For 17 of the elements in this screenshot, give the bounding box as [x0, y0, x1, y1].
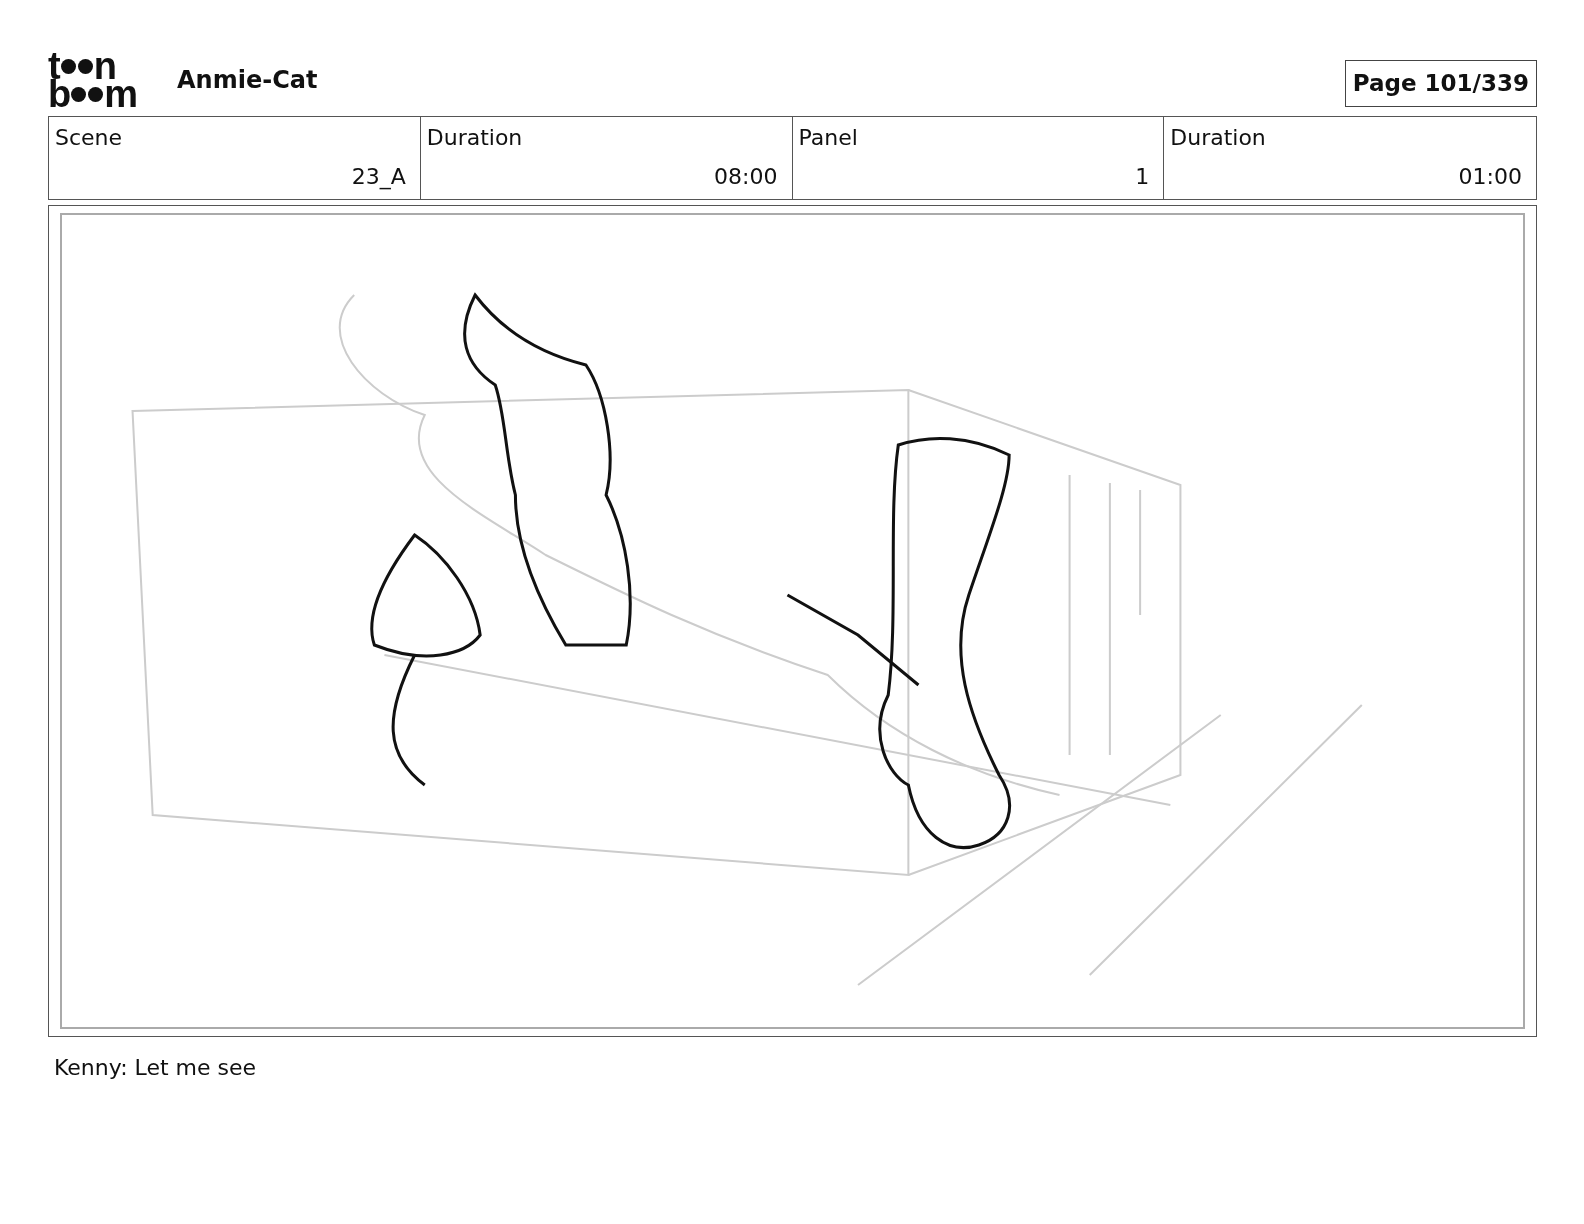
logo-letter: n [93, 52, 116, 80]
field-value: 1 [1134, 163, 1150, 191]
logo-letter: t [48, 52, 60, 80]
page-number: Page 101/339 [1344, 60, 1537, 107]
field-label: Duration [426, 124, 524, 152]
field-value: 23_A [350, 163, 406, 192]
field-label: Duration [1170, 124, 1267, 152]
logo-letter: b [48, 80, 71, 108]
field-value: 01:00 [1457, 163, 1522, 191]
field-label: Scene [55, 124, 124, 152]
field-value: 08:00 [713, 163, 778, 191]
field-label: Panel [798, 124, 859, 152]
logo-letter: m [104, 80, 137, 108]
dialogue-caption: Kenny: Let me see [53, 1054, 258, 1082]
logo-dots-icon [59, 58, 94, 74]
project-title: Anmie-Cat [177, 65, 318, 96]
logo-dots-icon [70, 86, 105, 102]
